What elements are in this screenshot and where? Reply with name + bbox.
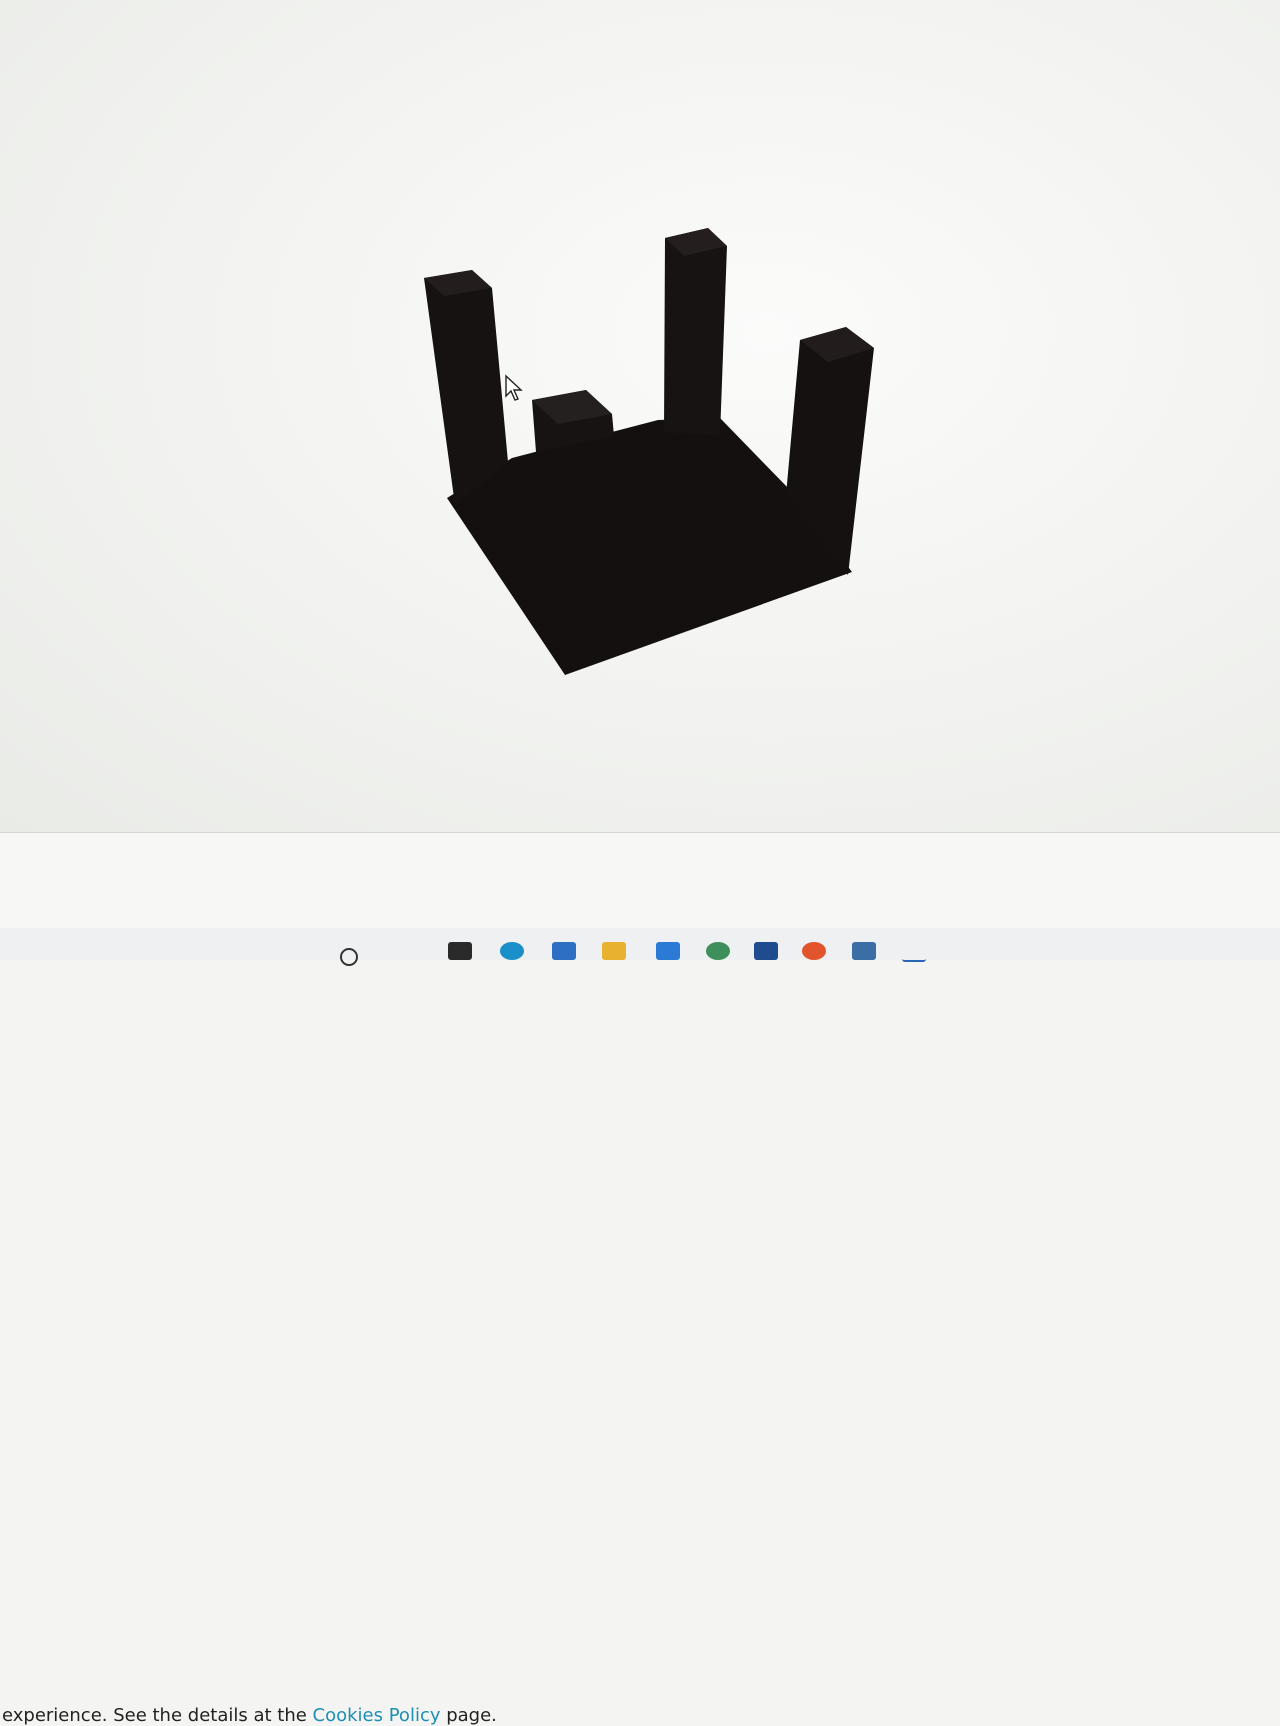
3d-viewport[interactable] bbox=[0, 0, 1280, 832]
pen-icon[interactable] bbox=[902, 942, 926, 962]
python-icon[interactable] bbox=[852, 942, 876, 960]
cookie-text-before: experience. See the details at the bbox=[2, 1705, 313, 1726]
search-icon[interactable] bbox=[340, 948, 358, 966]
taskbar bbox=[0, 928, 1280, 966]
cookie-notice-text: experience. See the details at the Cooki… bbox=[2, 1705, 497, 1726]
firefox-icon[interactable] bbox=[802, 942, 826, 960]
arrow-cursor-icon bbox=[505, 374, 523, 401]
cookie-notice-bar: experience. See the details at the Cooki… bbox=[0, 833, 1280, 1726]
3d-model-view[interactable] bbox=[0, 0, 1280, 832]
task-view-icon[interactable] bbox=[448, 942, 472, 960]
file-explorer-icon[interactable] bbox=[602, 942, 626, 960]
store-icon[interactable] bbox=[552, 942, 576, 960]
model-pillar-center bbox=[664, 228, 727, 436]
powershell-icon[interactable] bbox=[754, 942, 778, 960]
edge-icon[interactable] bbox=[500, 942, 524, 960]
cookie-text-after: page. bbox=[440, 1705, 497, 1726]
model-pillar-left bbox=[424, 270, 508, 505]
app-icon[interactable] bbox=[706, 942, 730, 960]
vscode-icon[interactable] bbox=[656, 942, 680, 960]
cookies-policy-link[interactable]: Cookies Policy bbox=[313, 1705, 441, 1726]
